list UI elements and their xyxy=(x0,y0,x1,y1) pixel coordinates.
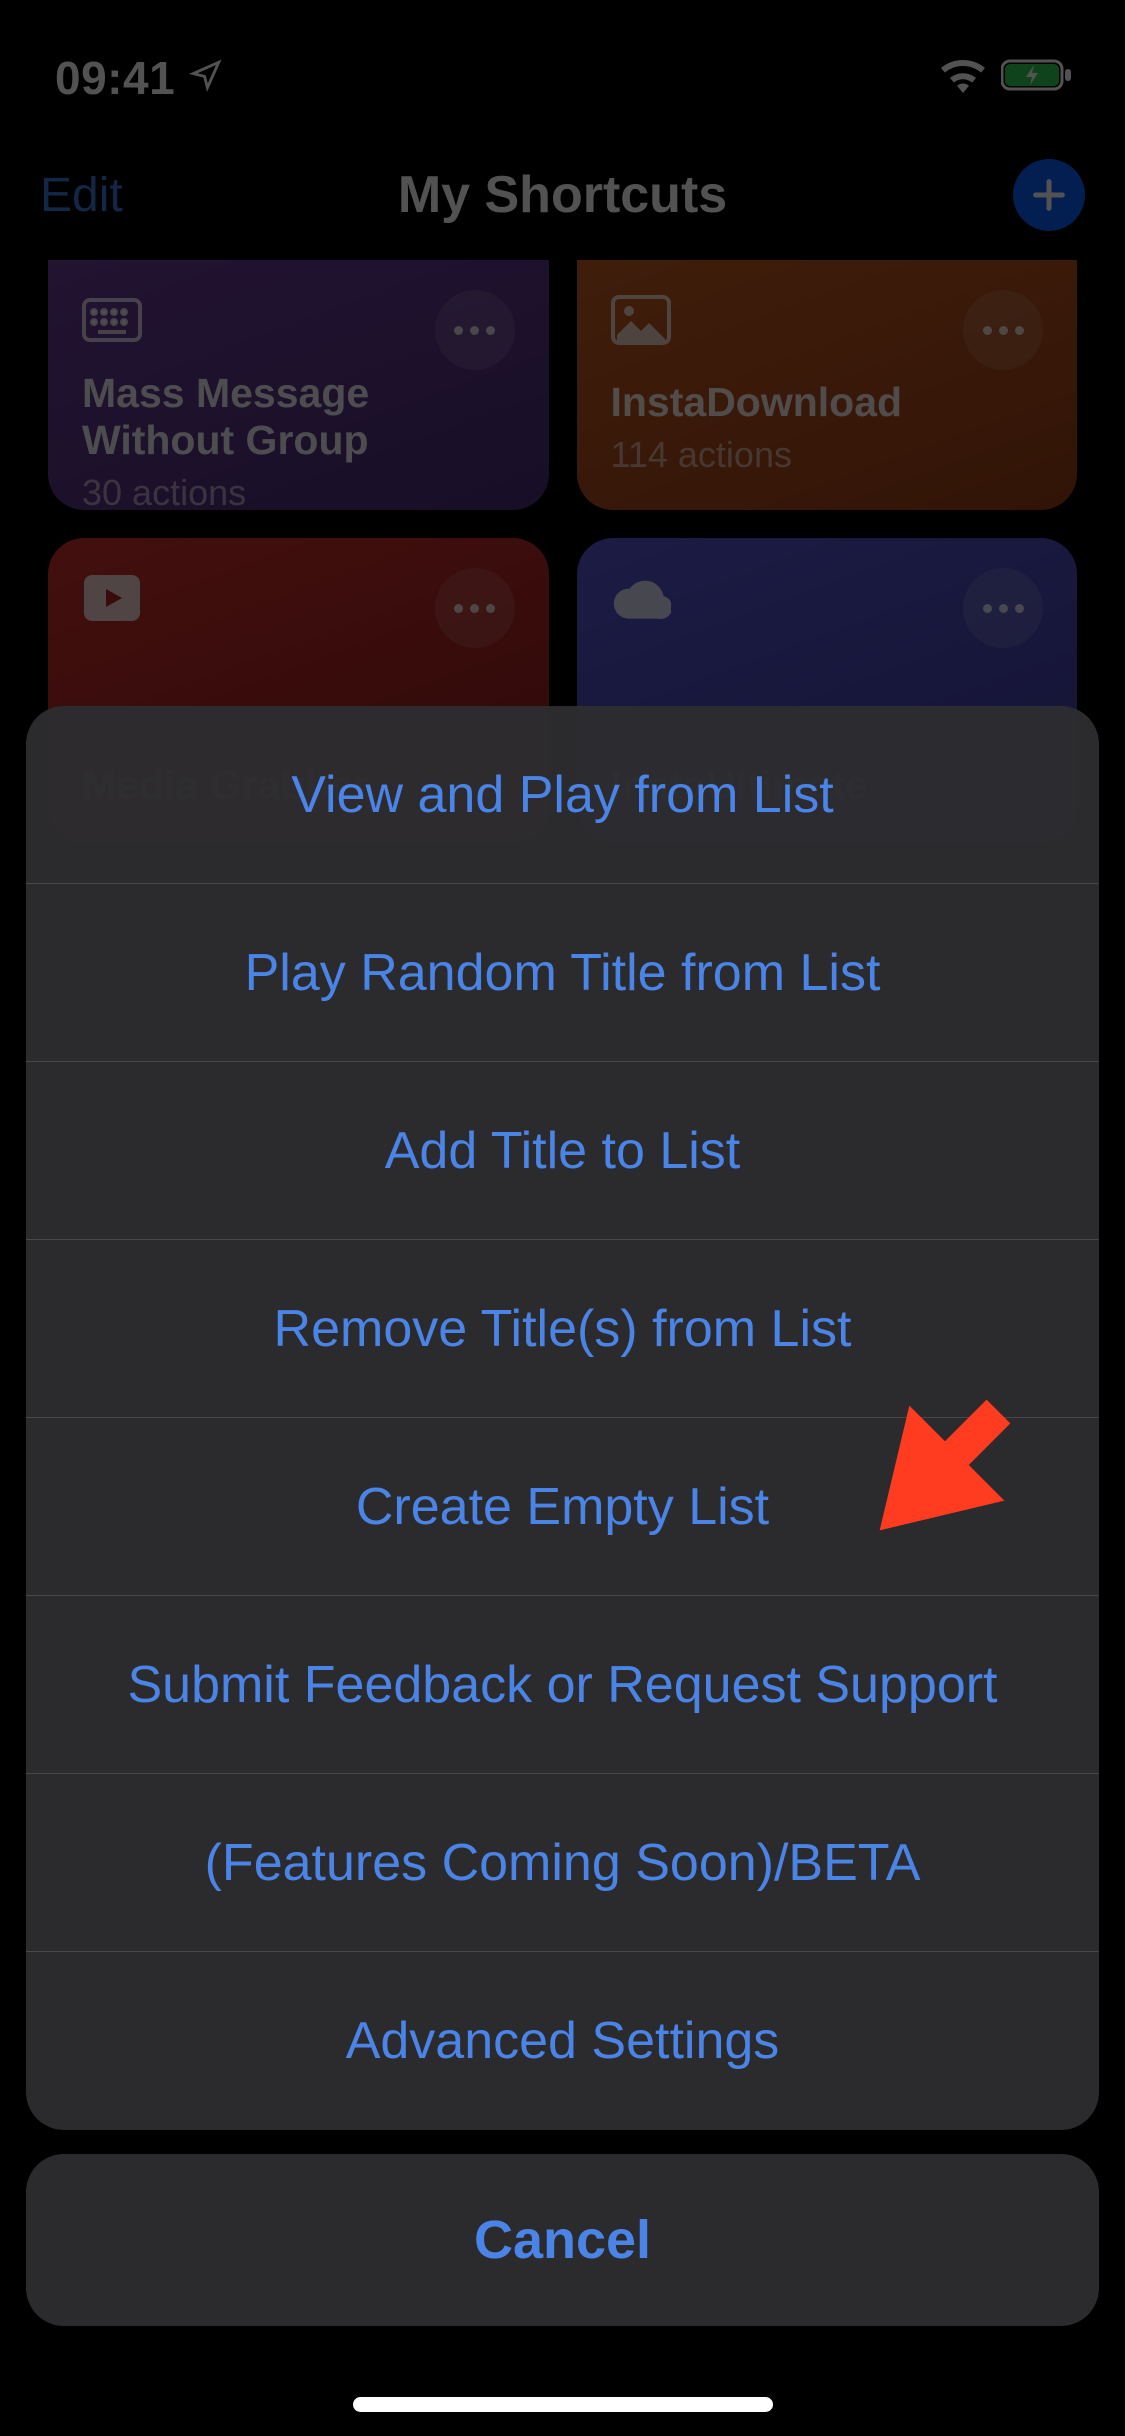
option-add-title[interactable]: Add Title to List xyxy=(26,1062,1099,1240)
option-advanced[interactable]: Advanced Settings xyxy=(26,1952,1099,2130)
home-indicator[interactable] xyxy=(353,2397,773,2412)
option-feedback[interactable]: Submit Feedback or Request Support xyxy=(26,1596,1099,1774)
annotation-arrow-icon xyxy=(840,1360,1050,1575)
option-play-random[interactable]: Play Random Title from List xyxy=(26,884,1099,1062)
option-coming-soon[interactable]: (Features Coming Soon)/BETA xyxy=(26,1774,1099,1952)
option-view-play[interactable]: View and Play from List xyxy=(26,706,1099,884)
cancel-button[interactable]: Cancel xyxy=(26,2154,1099,2326)
